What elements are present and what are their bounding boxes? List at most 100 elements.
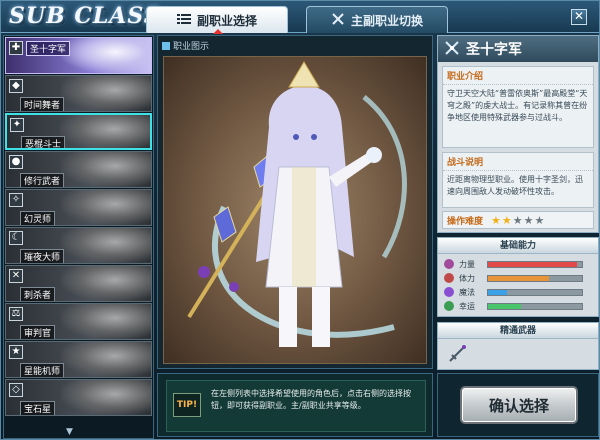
stat-fill — [488, 261, 578, 267]
class-header: 圣十字军 — [438, 36, 598, 62]
difficulty-label: 操作难度 — [447, 216, 484, 227]
list-icon — [176, 13, 191, 28]
star-icon: ★ — [501, 213, 513, 227]
heart-icon — [444, 273, 454, 283]
star-icon: ★ — [523, 213, 535, 227]
class-portrait — [61, 190, 151, 225]
tab-label: 主副职业切换 — [350, 13, 423, 28]
stats-title: 基础能力 — [438, 238, 598, 254]
class-item-label: 审判官 — [20, 325, 56, 339]
tab-class-switch[interactable]: 主副职业切换 — [306, 6, 448, 33]
class-preview-panel: 职业图示 — [157, 35, 433, 369]
intro-title: 职业介绍 — [443, 67, 593, 85]
stat-bar — [487, 302, 583, 310]
weapon-title: 精通武器 — [438, 323, 598, 339]
confirm-select-button[interactable]: 确认选择 — [460, 386, 578, 424]
stat-label: 体力 — [459, 273, 475, 283]
class-emblem-icon: ✦ — [10, 118, 24, 132]
stat-row-stamina: 体力 — [444, 272, 594, 284]
stat-bar — [487, 274, 583, 282]
class-item-monk[interactable]: ● 修行武者 — [5, 151, 152, 188]
character-figure — [256, 61, 382, 347]
intro-text: 守卫天空大陆“普雷依奥斯”最高殿堂“天穹之殿”的虔大战士。有记录称其曾在纷争地区… — [447, 89, 588, 122]
confirm-area: 确认选择 — [437, 373, 599, 437]
tip-tag: TIP! — [173, 393, 201, 417]
tip-inner: TIP! 在左侧列表中选择希望使用的角色后，点击右侧的选择按钮，即可获得副职业。… — [166, 380, 426, 432]
intro-section: 职业介绍 守卫天空大陆“普雷依奥斯”最高殿堂“天穹之殿”的虔大战士。有记录称其曾… — [442, 66, 594, 148]
subclass-window: SUB CLASS 副职业选择 主副职业切换 ✕ ✚ 圣十字军 ◆ 时间舞者 ✦… — [0, 0, 600, 440]
base-stats-panel: 基础能力 力量 体力 魔法 幸运 — [437, 237, 599, 317]
class-item-label: 幻灵师 — [20, 211, 56, 225]
stat-fill — [488, 275, 550, 281]
class-item-label: 星能机师 — [20, 363, 65, 377]
class-item-assassin[interactable]: ✕ 刺杀者 — [5, 265, 152, 302]
class-item-star-mechanic[interactable]: ★ 星能机师 — [5, 341, 152, 378]
class-item-label: 圣十字军 — [26, 41, 71, 56]
class-emblem-icon: ✚ — [9, 41, 23, 55]
class-item-time-dancer[interactable]: ◆ 时间舞者 — [5, 75, 152, 112]
class-item-label: 璀夜大师 — [20, 249, 65, 263]
stat-bar — [487, 288, 583, 296]
class-item-label: 宝石星 — [20, 401, 56, 415]
class-item-label: 刺杀者 — [20, 287, 56, 301]
magic-icon — [444, 287, 454, 297]
tip-text: 在左侧列表中选择希望使用的角色后，点击右侧的选择按钮，即可获得副职业。主/副职业… — [211, 389, 411, 410]
bullet-icon — [162, 42, 170, 50]
star-icon: ★ — [534, 213, 546, 227]
class-portrait — [61, 152, 151, 187]
class-info-panel: 圣十字军 职业介绍 守卫天空大陆“普雷依奥斯”最高殿堂“天穹之殿”的虔大战士。有… — [437, 35, 599, 233]
stat-row-strength: 力量 — [444, 258, 594, 270]
tip-panel: TIP! 在左侧列表中选择希望使用的角色后，点击右侧的选择按钮，即可获得副职业。… — [157, 373, 433, 437]
clover-icon — [444, 301, 454, 311]
stat-label: 魔法 — [459, 287, 475, 297]
title-bar: SUB CLASS 副职业选择 主副职业切换 ✕ — [1, 1, 599, 34]
class-portrait — [61, 228, 151, 263]
star-icon: ★ — [512, 213, 524, 227]
preview-label: 职业图示 — [162, 39, 209, 52]
crusader-emblem-icon — [444, 40, 460, 59]
difficulty-stars: ★★★★★ — [491, 214, 545, 227]
character-artwork — [163, 56, 427, 364]
class-item-gem-star[interactable]: ◇ 宝石星 — [5, 379, 152, 416]
close-button[interactable]: ✕ — [571, 9, 587, 25]
class-emblem-icon: ◆ — [9, 79, 23, 93]
class-portrait — [61, 76, 151, 111]
preview-label-text: 职业图示 — [173, 42, 210, 52]
combat-title: 战斗说明 — [443, 153, 593, 171]
class-portrait — [60, 115, 150, 148]
class-name: 圣十字军 — [466, 42, 522, 58]
class-emblem-icon: ● — [9, 155, 23, 169]
class-item-night-master[interactable]: ☾ 璀夜大师 — [5, 227, 152, 264]
class-item-label: 修行武者 — [20, 173, 65, 187]
class-item-label: 时间舞者 — [20, 97, 65, 111]
sword-weapon-icon — [448, 345, 466, 366]
class-emblem-icon: ✕ — [9, 269, 23, 283]
class-emblem-icon: ★ — [9, 345, 23, 359]
class-item-holy-crusader[interactable]: ✚ 圣十字军 — [5, 37, 152, 74]
class-item-illusionist[interactable]: ✧ 幻灵师 — [5, 189, 152, 226]
class-list: ✚ 圣十字军 ◆ 时间舞者 ✦ 恶棍斗士 ● 修行武者 ✧ 幻灵师 ☾ 璀夜大师 — [3, 35, 154, 439]
stat-bar — [487, 260, 583, 268]
class-emblem-icon: ☾ — [9, 231, 23, 245]
class-item-label: 恶棍斗士 — [21, 136, 66, 148]
class-portrait — [61, 304, 151, 339]
class-portrait — [61, 266, 151, 301]
class-portrait — [61, 342, 151, 377]
stat-row-luck: 幸运 — [444, 300, 594, 312]
stat-fill — [488, 303, 521, 309]
combat-text: 近距离物理型职业。使用十字圣剑，迅速向周围敌人发动破坏性攻击。 — [447, 175, 583, 196]
tab-subclass-select[interactable]: 副职业选择 — [146, 6, 288, 34]
app-title: SUB CLASS — [9, 3, 161, 29]
sword-icon — [444, 259, 454, 269]
class-item-rogue-fighter[interactable]: ✦ 恶棍斗士 — [5, 113, 152, 150]
class-portrait — [61, 38, 151, 73]
stat-label: 幸运 — [459, 301, 475, 311]
class-emblem-icon: ✧ — [9, 193, 23, 207]
weapon-mastery-panel: 精通武器 — [437, 322, 599, 370]
stat-row-magic: 魔法 — [444, 286, 594, 298]
star-icon: ★ — [491, 213, 502, 227]
class-item-judge[interactable]: ⚖ 审判官 — [5, 303, 152, 340]
stat-label: 力量 — [459, 259, 475, 269]
difficulty-row: 操作难度 ★★★★★ — [442, 211, 594, 229]
scroll-down-icon[interactable]: ▼ — [66, 427, 73, 437]
